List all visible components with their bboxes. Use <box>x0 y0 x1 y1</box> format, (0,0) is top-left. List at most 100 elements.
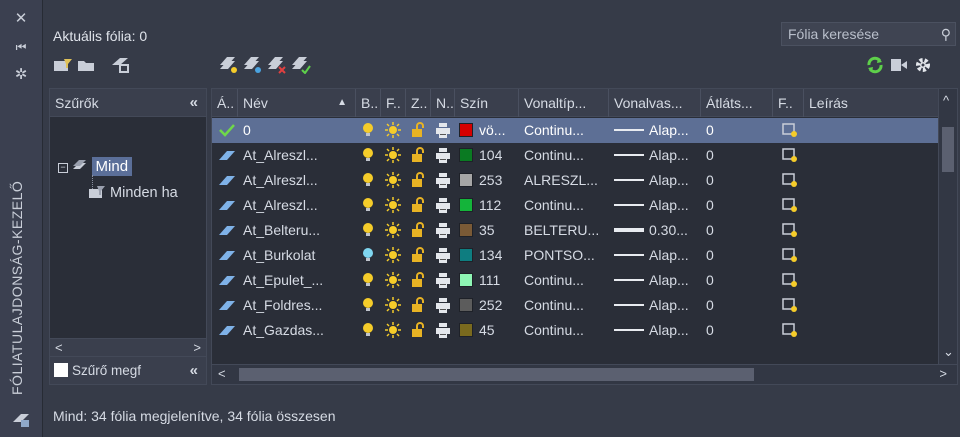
unlocked-icon[interactable] <box>411 272 425 288</box>
unlocked-icon[interactable] <box>411 322 425 338</box>
search-input[interactable]: Fólia keresése ⚲ <box>781 22 956 46</box>
unlocked-icon[interactable] <box>411 297 425 313</box>
new-vp-freeze-icon[interactable] <box>782 147 798 163</box>
layer-settings-icon[interactable] <box>889 56 909 74</box>
printer-icon[interactable] <box>435 173 451 189</box>
new-vp-freeze-icon[interactable] <box>782 172 798 188</box>
lightbulb-icon[interactable] <box>362 197 374 213</box>
sun-icon[interactable] <box>385 122 401 138</box>
new-vp-freeze-icon[interactable] <box>782 197 798 213</box>
column-lineweight[interactable]: Vonalvas... <box>609 89 701 117</box>
column-color[interactable]: Szín <box>455 89 519 117</box>
layer-description[interactable] <box>809 143 934 168</box>
column-new-vp-freeze[interactable]: F.. <box>773 89 804 117</box>
layer-linetype[interactable]: Continu... <box>524 318 609 343</box>
lightbulb-icon[interactable] <box>362 172 374 188</box>
filter-node-all-used[interactable]: Minden ha <box>88 183 178 203</box>
lightbulb-icon[interactable] <box>362 147 374 163</box>
layer-color[interactable]: 253 <box>459 168 519 193</box>
layer-lineweight[interactable]: Alap... <box>614 268 701 293</box>
layer-description[interactable] <box>809 318 934 343</box>
layer-states-manager-icon[interactable] <box>111 56 131 74</box>
layer-description[interactable] <box>809 243 934 268</box>
collapse-filters-button[interactable]: « <box>190 89 198 117</box>
layer-description[interactable] <box>809 268 934 293</box>
layer-row[interactable]: At_Gazdas... 45 Continu... Alap... 0 <box>212 318 939 343</box>
lightbulb-icon[interactable] <box>362 247 374 263</box>
layer-description[interactable] <box>809 218 934 243</box>
printer-icon[interactable] <box>435 148 451 164</box>
layer-transparency[interactable]: 0 <box>706 243 766 268</box>
layer-color[interactable]: 111 <box>459 268 519 293</box>
layer-linetype[interactable]: ALRESZL... <box>524 168 609 193</box>
column-on[interactable]: B.. <box>356 89 381 117</box>
layer-name[interactable]: At_Alreszl... <box>243 193 356 218</box>
sun-icon[interactable] <box>385 297 401 313</box>
layer-linetype[interactable]: Continu... <box>524 143 609 168</box>
layer-row[interactable]: At_Epulet_... 111 Continu... Alap... 0 <box>212 268 939 293</box>
sun-icon[interactable] <box>385 222 401 238</box>
refresh-icon[interactable] <box>865 56 885 74</box>
layer-lineweight[interactable]: Alap... <box>614 293 701 318</box>
lightbulb-icon[interactable] <box>362 272 374 288</box>
layer-name[interactable]: At_Alreszl... <box>243 143 356 168</box>
unlocked-icon[interactable] <box>411 172 425 188</box>
layer-row[interactable]: At_Belteru... 35 BELTERU... 0.30... 0 <box>212 218 939 243</box>
layer-color[interactable]: vö... <box>459 118 519 143</box>
layer-row[interactable]: At_Burkolat 134 PONTSO... Alap... 0 <box>212 243 939 268</box>
layer-color[interactable]: 134 <box>459 243 519 268</box>
layer-name[interactable]: At_Burkolat <box>243 243 356 268</box>
scroll-right-arrow-icon[interactable]: > <box>939 366 947 381</box>
scroll-up-arrow-icon[interactable]: ^ <box>943 93 949 108</box>
hscroll-thumb[interactable] <box>239 368 754 381</box>
layer-lineweight[interactable]: Alap... <box>614 143 701 168</box>
layer-lineweight[interactable]: Alap... <box>614 168 701 193</box>
scroll-right-arrow-icon[interactable]: > <box>193 339 201 357</box>
layer-transparency[interactable]: 0 <box>706 268 766 293</box>
delete-layer-icon[interactable] <box>267 56 287 74</box>
layer-lineweight[interactable]: 0.30... <box>614 218 701 243</box>
unlocked-icon[interactable] <box>411 147 425 163</box>
sun-icon[interactable] <box>385 197 401 213</box>
new-vp-freeze-icon[interactable] <box>782 247 798 263</box>
layer-lineweight[interactable]: Alap... <box>614 118 701 143</box>
printer-icon[interactable] <box>435 273 451 289</box>
collapse-tree-button[interactable]: « <box>190 357 198 384</box>
layer-name[interactable]: At_Gazdas... <box>243 318 356 343</box>
new-vp-freeze-icon[interactable] <box>782 222 798 238</box>
layer-color[interactable]: 45 <box>459 318 519 343</box>
scroll-left-arrow-icon[interactable]: < <box>218 366 226 381</box>
lightbulb-icon[interactable] <box>362 322 374 338</box>
layer-color[interactable]: 104 <box>459 143 519 168</box>
column-transparency[interactable]: Átláts... <box>701 89 773 117</box>
layer-name[interactable]: 0 <box>243 118 356 143</box>
printer-icon[interactable] <box>435 248 451 264</box>
layer-row[interactable]: At_Alreszl... 253 ALRESZL... Alap... 0 <box>212 168 939 193</box>
gear-icon[interactable] <box>913 56 933 74</box>
layer-linetype[interactable]: Continu... <box>524 268 609 293</box>
new-group-filter-icon[interactable] <box>77 56 97 74</box>
unlocked-icon[interactable] <box>411 247 425 263</box>
layer-row[interactable]: At_Alreszl... 112 Continu... Alap... 0 <box>212 193 939 218</box>
printer-icon[interactable] <box>435 323 451 339</box>
properties-icon[interactable]: ✲ <box>12 66 30 84</box>
lightbulb-icon[interactable] <box>362 297 374 313</box>
scroll-left-arrow-icon[interactable]: < <box>55 339 63 357</box>
sun-icon[interactable] <box>385 322 401 338</box>
new-layer-icon[interactable] <box>219 56 239 74</box>
column-description[interactable]: Leírás <box>804 89 939 117</box>
new-property-filter-icon[interactable] <box>53 56 73 74</box>
unlocked-icon[interactable] <box>411 197 425 213</box>
column-linetype[interactable]: Vonaltíp... <box>519 89 609 117</box>
layer-color[interactable]: 252 <box>459 293 519 318</box>
layer-color[interactable]: 112 <box>459 193 519 218</box>
layer-linetype[interactable]: Continu... <box>524 118 609 143</box>
layer-description[interactable] <box>809 193 934 218</box>
layer-transparency[interactable]: 0 <box>706 318 766 343</box>
column-status[interactable]: Á.. <box>212 89 238 117</box>
set-current-icon[interactable] <box>291 56 311 75</box>
layer-row[interactable]: 0 vö... Continu... Alap... 0 <box>212 118 939 143</box>
unlocked-icon[interactable] <box>411 122 425 138</box>
search-icon[interactable]: ⚲ <box>941 23 951 45</box>
layer-lineweight[interactable]: Alap... <box>614 318 701 343</box>
